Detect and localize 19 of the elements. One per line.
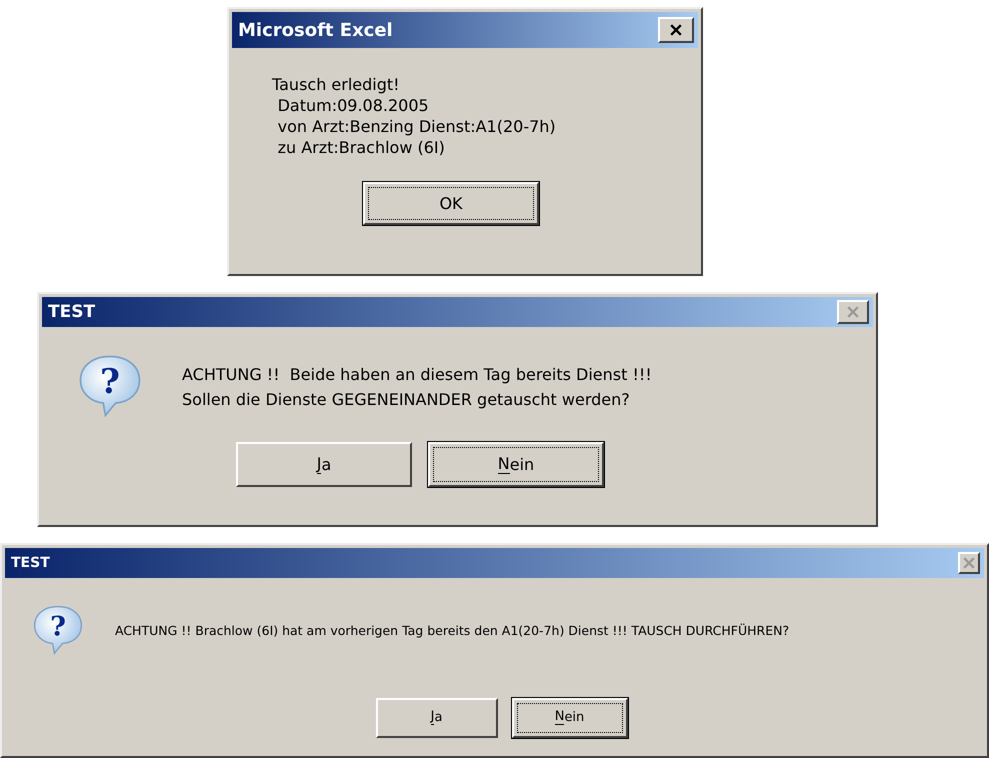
- dialog-button[interactable]: Nein: [428, 442, 604, 488]
- message-text: Datum:09.08.2005: [276, 95, 430, 116]
- dialog-button[interactable]: OK: [363, 182, 539, 225]
- message-text: Sollen die Dienste GEGENEINANDER getauscht werden?: [182, 389, 631, 412]
- message-text: von Arzt:Benzing Dienst:A1(20-7h): [276, 116, 556, 137]
- dialog-button[interactable]: Ja: [376, 698, 498, 738]
- close-icon: [847, 306, 859, 318]
- window-title: TEST: [48, 302, 96, 322]
- message-text: ACHTUNG !! Beide haben an diesem Tag bereits Dienst !!!: [182, 364, 652, 386]
- message-text: ACHTUNG !! Brachlow (6I) hat am vorherigen Tag bereits den A1(20-7h) Dienst !!! TAUSCH DURCHFÜHREN?: [115, 622, 790, 640]
- close-icon: [670, 24, 682, 36]
- dialog-button[interactable]: Ja: [236, 442, 412, 488]
- dialog-button[interactable]: Nein: [512, 698, 628, 738]
- window-title: TEST: [11, 554, 50, 570]
- close-icon: [963, 556, 975, 568]
- message-text: Tausch erledigt!: [272, 74, 401, 95]
- close-button[interactable]: [658, 17, 694, 43]
- window-title: Microsoft Excel: [238, 20, 393, 40]
- message-text: zu Arzt:Brachlow (6I): [276, 137, 446, 158]
